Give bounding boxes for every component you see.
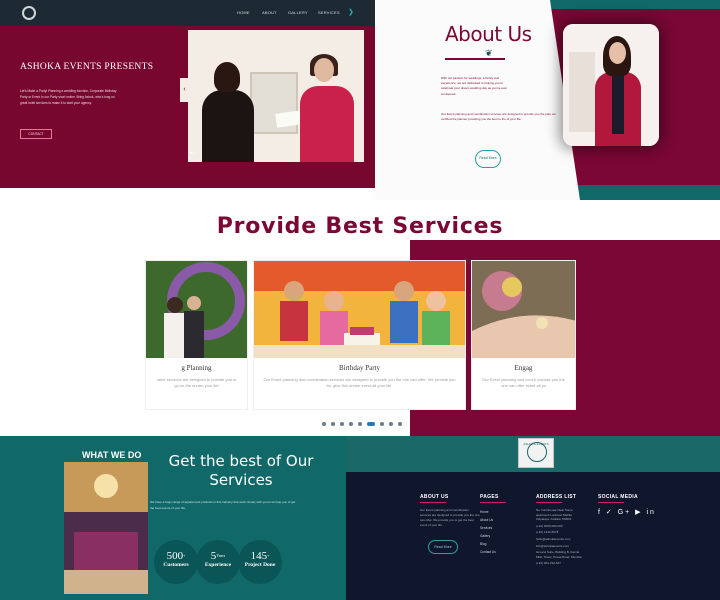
address-row: hello@ashokaevents.com (536, 536, 571, 541)
footer-social-column: SOCIAL MEDIA (598, 494, 638, 508)
footer-link[interactable]: Services (480, 524, 506, 532)
services-section: Provide Best Services g Planning other s… (0, 200, 720, 436)
social-media-icons[interactable]: f ✓ G+ ▶ in (598, 508, 656, 516)
carousel-dot[interactable] (340, 422, 344, 426)
carousel-dot[interactable] (380, 422, 384, 426)
address-row: No. Farmhouse Near Some apartment Luckno… (536, 508, 573, 522)
about-text-1: With our passion for weddings, a family … (441, 76, 508, 96)
top-nav-bar: HOME ABOUT GALLERY SERVICES ❯ (0, 0, 375, 26)
footer-pages-heading: PAGES (480, 494, 499, 500)
footer-address-heading: ADDRESS LIST (536, 494, 577, 500)
footer-link[interactable]: About Us (480, 516, 506, 524)
about-read-more-button[interactable]: Read More (475, 150, 501, 168)
nav-services[interactable]: SERVICES (318, 10, 340, 15)
service-card-title: Birthday Party (338, 364, 381, 372)
footer-social-heading: SOCIAL MEDIA (598, 494, 638, 500)
about-title: About Us (445, 22, 532, 46)
address-row: (+91) 9000-000-000 (536, 523, 563, 528)
nav-gallery[interactable]: GALLERY (288, 10, 308, 15)
logo-icon[interactable] (22, 6, 36, 20)
footer-link[interactable]: Blog (480, 540, 506, 548)
footer-address-column: ADDRESS LIST No. Farmhouse Near Some apa… (536, 494, 584, 568)
footer-link[interactable]: Home (480, 508, 506, 516)
what-we-do-description: We have a huge range of apparel and prod… (150, 500, 296, 510)
footer-link[interactable]: Gallery (480, 532, 506, 540)
service-card-engagement[interactable]: Engag Our Event planning and coor b prov… (471, 260, 576, 410)
footer-link[interactable]: Contact Us (480, 548, 506, 556)
service-card-text: Our Event planning and coordination serv… (263, 377, 456, 388)
service-card-text: other services are designed to provide y… (156, 377, 237, 388)
service-card-image (472, 261, 575, 358)
carousel-dot[interactable] (349, 422, 353, 426)
footer-pages-column: PAGES Home About Us Services Gallery Blo… (480, 494, 506, 556)
nav-arrow-icon[interactable]: ❯ (348, 8, 354, 16)
carousel-dot[interactable] (358, 422, 362, 426)
about-title-underline (445, 58, 505, 60)
services-title: Provide Best Services (216, 214, 504, 239)
address-row: (+91) 901-234-567 (536, 561, 561, 566)
slider-dots[interactable]: ● ○ (190, 150, 197, 156)
service-card-title: g Planning (181, 364, 212, 372)
footer-read-more-button[interactable]: Read More (428, 540, 458, 554)
about-text-2: Our Event planning and coordination serv… (441, 112, 557, 122)
about-photo (563, 24, 659, 146)
about-section: About Us ❦ With our passion for weddings… (375, 0, 720, 200)
leaf-icon: ❦ (485, 48, 493, 58)
slider-next-icon[interactable]: › (361, 80, 363, 86)
address-row: (+91) 1234-5678 (536, 530, 559, 535)
what-we-do-heading: Get the best of Our Services (168, 452, 314, 489)
stat-experience: 5Years Experience (196, 540, 240, 584)
carousel-dot[interactable] (398, 422, 402, 426)
service-card-image (146, 261, 247, 358)
service-card-birthday[interactable]: Birthday Party Our Event planning and co… (253, 260, 466, 410)
footer-badge-text: ASHOKA EVENTS (523, 442, 549, 446)
carousel-dot[interactable] (389, 422, 393, 426)
hero-section: HOME ABOUT GALLERY SERVICES ❯ ASHOKA EVE… (0, 0, 375, 188)
footer-about-text: Our Event planning and coordination serv… (420, 508, 480, 527)
hero-brand-heading: ASHOKA EVENTS PRESENTS (20, 62, 154, 72)
nav-about[interactable]: ABOUT (262, 10, 277, 15)
services-carousel-dots (322, 422, 402, 428)
hero-contact-button[interactable]: CONTACT (20, 129, 52, 139)
footer-section: ASHOKA EVENTS ABOUT US Our Event plannin… (346, 436, 720, 600)
address-row: Ground Suite, Building B, Kamla Mills, T… (536, 550, 582, 559)
service-card-image (254, 261, 465, 358)
carousel-dot[interactable] (331, 422, 335, 426)
service-card-wedding[interactable]: g Planning other services are designed t… (145, 260, 248, 410)
service-card-title: Engag (514, 364, 533, 372)
footer-about-column: ABOUT US Our Event planning and coordina… (420, 494, 480, 528)
carousel-dot[interactable] (322, 422, 326, 426)
what-we-do-label: WHAT WE DO (82, 450, 142, 460)
address-row: info@ashokaevents.com (536, 543, 569, 548)
what-we-do-section: WHAT WE DO Get the best of Our Services … (0, 436, 346, 600)
hero-slider-image (188, 30, 364, 162)
footer-about-heading: ABOUT US (420, 494, 449, 500)
stat-customers: 500+ Customers (154, 540, 198, 584)
carousel-dot-active[interactable] (367, 422, 375, 426)
nav-home[interactable]: HOME (237, 10, 250, 15)
service-card-text: Our Event planning and coor b provide yo… (482, 377, 565, 388)
venue-image (64, 462, 148, 594)
hero-blurb: Let's Make a Party! Planning a wedding f… (20, 89, 117, 105)
stat-projects: 145+ Project Done (238, 540, 282, 584)
